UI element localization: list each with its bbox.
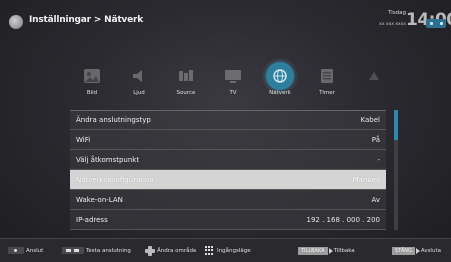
hint-connect: Anslut <box>8 246 43 255</box>
hint-exit: STÄNG Avsluta <box>392 246 441 255</box>
category-ljud[interactable]: Ljud <box>117 62 161 106</box>
ok-key-icon <box>8 247 24 254</box>
setting-label: Wake-on-LAN <box>76 195 123 204</box>
header: Inställningar > Nätverk Tisdag xx xxx xx… <box>0 0 451 60</box>
setting-label: Nätverkskonfiguration <box>76 175 154 184</box>
setting-value: Kabel <box>360 116 380 124</box>
setting-label: IP-adress <box>76 215 108 224</box>
settings-app-icon <box>9 15 23 29</box>
exit-key: STÄNG <box>392 246 415 255</box>
category-label: TV <box>229 90 237 96</box>
hint-change-area: Ändra område <box>145 245 197 256</box>
hint-change-area-label: Ändra område <box>157 247 197 254</box>
navigation-cross-icon <box>145 245 155 256</box>
tv-screen: Inställningar > Nätverk Tisdag xx xxx xx… <box>0 0 451 262</box>
setting-row-wake-on-lan[interactable]: Wake-on-LAN Av <box>70 190 386 210</box>
hint-exit-label: Avsluta <box>420 247 441 254</box>
category-label: Bild <box>86 90 98 96</box>
scrollbar[interactable] <box>394 110 398 230</box>
hint-test-label: Testa anslutning <box>86 247 131 254</box>
hint-input-mode-label: Ingångsläge <box>217 247 251 254</box>
category-label: Nätverk <box>269 90 291 96</box>
category-more[interactable] <box>352 62 396 106</box>
day-label: Tisdag <box>388 10 406 16</box>
color-keys-icon <box>62 247 84 254</box>
category-bild[interactable]: Bild <box>70 62 114 106</box>
number-pad-icon <box>205 245 215 256</box>
hint-input-mode: Ingångsläge <box>205 245 251 256</box>
setting-row-ip-address[interactable]: IP-adress 192 . 168 . 000 . 200 <box>70 210 386 230</box>
category-source[interactable]: Source <box>164 62 208 106</box>
setting-label: Välj åtkomstpunkt <box>76 155 140 164</box>
setting-value: Av <box>371 195 380 204</box>
setting-label: WiFi <box>76 135 91 144</box>
hint-back: TILLBAKA Tillbaka <box>298 246 355 255</box>
setting-value: 192 . 168 . 000 . 200 <box>306 215 380 224</box>
category-label: Source <box>176 90 196 96</box>
setting-row-network-config[interactable]: Nätverkskonfiguration Manuell <box>70 170 386 190</box>
scroll-thumb[interactable] <box>394 110 398 140</box>
setting-row-access-point[interactable]: Välj åtkomstpunkt - <box>70 150 386 170</box>
category-timer[interactable]: Timer <box>305 62 349 106</box>
setting-value: På <box>371 135 380 144</box>
setting-row-wifi[interactable]: WiFi På <box>70 130 386 150</box>
back-key: TILLBAKA <box>298 246 328 255</box>
setting-row-connection-type[interactable]: Ändra anslutningstyp Kabel <box>70 110 386 130</box>
category-label: Timer <box>319 90 335 96</box>
date-label: xx xxx xxxx <box>379 22 406 27</box>
more-icon <box>369 72 379 80</box>
category-tv[interactable]: TV <box>211 62 255 106</box>
setting-value: - <box>377 155 380 164</box>
category-natverk[interactable]: Nätverk <box>258 62 302 106</box>
category-label: Ljud <box>133 90 145 96</box>
source-icon <box>179 70 193 81</box>
arrow-right-icon <box>415 247 420 254</box>
arrow-right-icon <box>328 247 333 254</box>
status-badge-icon <box>426 19 446 28</box>
hint-connect-label: Anslut <box>26 247 44 254</box>
speaker-icon <box>133 70 142 82</box>
breadcrumb: Inställningar > Nätverk <box>29 15 144 25</box>
hint-back-label: Tillbaka <box>333 247 355 254</box>
settings-list: Ändra anslutningstyp Kabel WiFi På Välj … <box>70 110 386 230</box>
timer-icon <box>321 69 333 83</box>
setting-label: Ändra anslutningstyp <box>76 116 151 124</box>
hint-test-connection: Testa anslutning <box>62 246 131 255</box>
picture-icon <box>84 69 100 83</box>
footer-hints: Anslut Testa anslutning Ändra område Ing… <box>0 238 451 262</box>
category-bar: Bild Ljud Source TV Nätverk Timer <box>70 62 400 106</box>
tv-icon <box>225 70 241 83</box>
setting-value: Manuell <box>352 175 380 184</box>
network-icon <box>273 69 287 83</box>
